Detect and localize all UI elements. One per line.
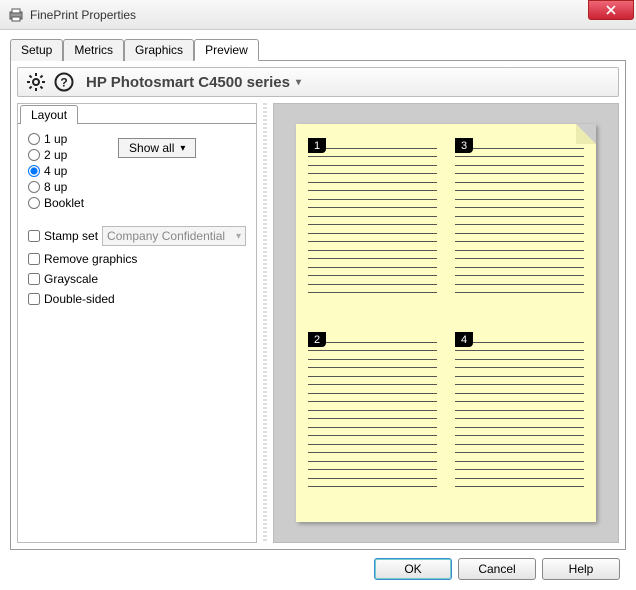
ok-button[interactable]: OK [374,558,452,580]
remove-graphics-label: Remove graphics [44,252,137,266]
grayscale-checkbox[interactable] [28,273,40,285]
preview-mini-page: 1 [308,138,437,314]
help-dialog-button[interactable]: Help [542,558,620,580]
stamp-set-value: Company Confidential [107,229,225,243]
show-all-button[interactable]: Show all ▾ [118,138,196,158]
preview-mini-page: 4 [455,332,584,508]
page-number-badge: 4 [455,332,473,347]
app-icon [8,7,24,23]
tab-layout[interactable]: Layout [20,105,78,124]
printer-name-label: HP Photosmart C4500 series [86,74,290,91]
radio-8up[interactable]: 8 up [28,180,84,194]
chevron-down-icon: ▾ [180,143,185,154]
radio-booklet[interactable]: Booklet [28,196,84,210]
printer-selector[interactable]: HP Photosmart C4500 series ▾ [86,74,301,91]
radio-8up-label: 8 up [44,180,67,194]
tab-metrics[interactable]: Metrics [63,39,124,61]
toolbar: ? HP Photosmart C4500 series ▾ [17,67,619,97]
radio-2up[interactable]: 2 up [28,148,84,162]
layout-panel: Layout 1 up 2 up 4 up [17,103,257,543]
radio-booklet-label: Booklet [44,196,84,210]
gear-icon [26,72,46,92]
radio-4up[interactable]: 4 up [28,164,84,178]
double-sided-checkbox[interactable] [28,293,40,305]
remove-graphics-checkbox[interactable] [28,253,40,265]
stamp-set-label: Stamp set [44,229,98,243]
svg-text:?: ? [60,76,67,90]
cancel-button[interactable]: Cancel [458,558,536,580]
help-button[interactable]: ? [52,70,76,94]
double-sided-checkbox-row[interactable]: Double-sided [28,292,246,306]
splitter-handle[interactable] [263,103,267,543]
window-title: FinePrint Properties [30,8,588,22]
tab-setup[interactable]: Setup [10,39,63,61]
tab-bar: Setup Metrics Graphics Preview [10,38,626,61]
preview-page: 1 3 2 4 [296,124,596,522]
tab-graphics[interactable]: Graphics [124,39,194,61]
remove-graphics-checkbox-row[interactable]: Remove graphics [28,252,246,266]
stamp-set-checkbox[interactable] [28,230,40,242]
chevron-down-icon: ▾ [236,231,241,242]
main-split: Layout 1 up 2 up 4 up [17,103,619,543]
grayscale-checkbox-row[interactable]: Grayscale [28,272,246,286]
radio-4up-label: 4 up [44,164,67,178]
chevron-down-icon: ▾ [296,77,301,88]
radio-1up[interactable]: 1 up [28,132,84,146]
grayscale-label: Grayscale [44,272,98,286]
settings-button[interactable] [24,70,48,94]
page-number-badge: 1 [308,138,326,153]
stamp-set-row: Stamp set Company Confidential ▾ [28,226,246,246]
radio-2up-label: 2 up [44,148,67,162]
show-all-label: Show all [129,141,174,155]
tab-panel-preview: ? HP Photosmart C4500 series ▾ Layout [10,61,626,550]
stamp-set-select[interactable]: Company Confidential ▾ [102,226,246,246]
title-bar: FinePrint Properties [0,0,636,30]
tab-preview[interactable]: Preview [194,39,259,61]
dialog-button-row: OK Cancel Help [10,550,626,580]
page-number-badge: 2 [308,332,326,347]
page-number-badge: 3 [455,138,473,153]
preview-mini-page: 3 [455,138,584,314]
close-button[interactable] [588,0,634,20]
double-sided-label: Double-sided [44,292,115,306]
preview-pane: 1 3 2 4 [273,103,619,543]
help-icon: ? [54,72,74,92]
radio-1up-label: 1 up [44,132,67,146]
preview-mini-page: 2 [308,332,437,508]
